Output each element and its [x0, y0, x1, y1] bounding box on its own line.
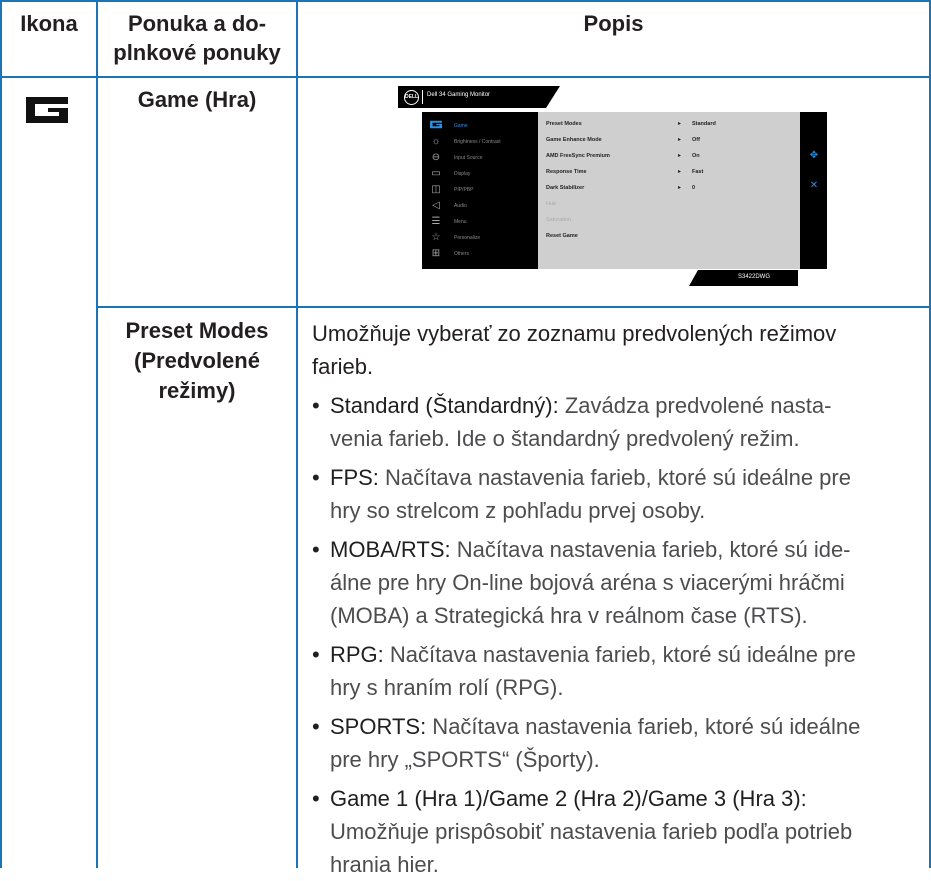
osd-menu-item-game[interactable]: Game — [430, 120, 538, 134]
osd-body: Game ☼ Brightness / Contrast ⊖ Input Sou… — [422, 112, 827, 269]
osd-menu-item-audio[interactable]: ◁ Audio — [430, 200, 538, 214]
menu-preset-modes: Preset Modes (Predvolené režimy) — [125, 318, 269, 403]
close-icon[interactable]: ✕ — [808, 180, 820, 192]
navigate-icon[interactable]: ✥ — [808, 150, 820, 162]
table-border-top — [0, 0, 931, 2]
arrow-right-icon: ▸ — [678, 153, 682, 159]
table-border-left — [0, 0, 2, 868]
osd-menu-item-input-source[interactable]: ⊖ Input Source — [430, 152, 538, 166]
header-icon-column: Ikona — [20, 11, 78, 36]
input-source-icon: ⊖ — [431, 152, 441, 163]
osd-setting-freesync[interactable]: AMD FreeSync Premium ▸ On — [546, 151, 796, 165]
list-item: • RPG: Načítava nastavenia farieb, ktoré … — [312, 642, 856, 700]
list-item: • FPS: Načítava nastavenia farieb, ktoré … — [312, 465, 851, 523]
column-divider-2 — [296, 0, 298, 868]
game-g-icon — [26, 97, 68, 123]
others-icon: ⊞ — [431, 248, 441, 259]
preset-modes-description: Umožňuje vyberať zo zoznamu predvolených… — [312, 317, 924, 881]
menu-icon: ☰ — [431, 216, 441, 227]
osd-setting-game-enhance[interactable]: Game Enhance Mode ▸ Off — [546, 135, 796, 149]
osd-screenshot: DELL Dell 34 Gaming Monitor Game ☼ Brigh… — [398, 86, 830, 300]
list-item: • Standard (Štandardný): Zavádza predvole… — [312, 393, 832, 451]
preset-modes-intro: Umožňuje vyberať zo zoznamu predvolených… — [312, 321, 837, 379]
osd-menu-item-others[interactable]: ⊞ Others — [430, 248, 538, 262]
brightness-icon: ☼ — [431, 136, 441, 147]
list-item: • MOBA/RTS: Načítava nastavenia farieb, k… — [312, 537, 851, 628]
arrow-right-icon: ▸ — [678, 169, 682, 175]
display-icon: ▭ — [431, 168, 441, 179]
column-divider-1 — [96, 0, 98, 868]
osd-setting-dark-stabilizer[interactable]: Dark Stabilizer ▸ 0 — [546, 183, 796, 197]
feature-table: Ikona Ponuka a do- plnkové ponuky Popis … — [0, 0, 931, 877]
header-description-column: Popis — [583, 11, 644, 36]
star-icon: ☆ — [431, 232, 441, 243]
game-icon — [430, 120, 442, 132]
arrow-right-icon: ▸ — [678, 185, 682, 191]
dell-logo-icon: DELL — [404, 90, 419, 105]
osd-menu-item-brightness[interactable]: ☼ Brightness / Contrast — [430, 136, 538, 150]
osd-setting-response-time[interactable]: Response Time ▸ Fast — [546, 167, 796, 181]
audio-icon: ◁ — [432, 200, 440, 211]
osd-model-label: S3422DWG — [738, 274, 771, 280]
arrow-right-icon: ▸ — [678, 137, 682, 143]
list-item: • Game 1 (Hra 1)/Game 2 (Hra 2)/Game 3 (H… — [312, 786, 853, 877]
osd-setting-hue: Hue — [546, 201, 557, 207]
osd-menu-item-pip-pbp[interactable]: ◫ PIP/PBP — [430, 184, 538, 198]
menu-game: Game (Hra) — [137, 87, 257, 112]
osd-settings-panel: Preset Modes ▸ Standard Game Enhance Mod… — [538, 112, 800, 269]
osd-title: Dell 34 Gaming Monitor — [427, 92, 491, 98]
osd-title-bar: DELL Dell 34 Gaming Monitor — [398, 86, 830, 112]
list-item: • SPORTS: Načítava nastavenia farieb, kto… — [312, 714, 861, 772]
row-divider — [96, 306, 931, 308]
osd-setting-reset-game[interactable]: Reset Game — [546, 231, 796, 245]
osd-menu-item-personalize[interactable]: ☆ Personalize — [430, 232, 538, 246]
osd-setting-preset-modes[interactable]: Preset Modes ▸ Standard — [546, 119, 796, 133]
osd-setting-saturation: Saturation — [546, 217, 572, 223]
preset-modes-list: • Standard (Štandardný): Zavádza predvole… — [312, 389, 924, 881]
arrow-right-icon: ▸ — [678, 121, 682, 127]
osd-nav-column: ✥ ✕ — [800, 112, 827, 269]
osd-menu-item-display[interactable]: ▭ Display — [430, 168, 538, 182]
header-divider — [0, 76, 931, 78]
pip-pbp-icon: ◫ — [431, 184, 441, 195]
osd-menu-list: Game ☼ Brightness / Contrast ⊖ Input Sou… — [422, 112, 538, 269]
osd-menu-item-menu[interactable]: ☰ Menu — [430, 216, 538, 230]
header-menu-column: Ponuka a do- plnkové ponuky — [113, 11, 281, 65]
